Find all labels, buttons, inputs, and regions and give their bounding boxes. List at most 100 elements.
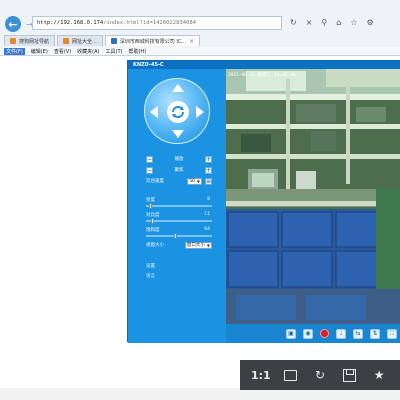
window-size-label: 视窗大小: [146, 243, 164, 248]
video-timestamp: 2015-06-16 星期二 10:42:40: [228, 73, 296, 78]
live-video-feed[interactable]: 2015-06-16 星期二 10:42:40: [226, 69, 400, 324]
contrast-label-row: 对比度 11: [146, 212, 210, 218]
pan-down-arrow-icon[interactable]: [172, 130, 184, 138]
tab-url-directory[interactable]: 网址大全...: [57, 35, 103, 46]
tab-favicon-icon: [10, 38, 16, 44]
language-link[interactable]: 语言: [146, 273, 155, 279]
pan-right-arrow-icon[interactable]: [196, 106, 204, 118]
window-size-value: 窗口大小: [186, 243, 205, 248]
slider-knob[interactable]: [149, 203, 152, 209]
brightness-slider[interactable]: [146, 203, 212, 209]
ptz-speed-control: 云台速度 50 ▼ ≡: [146, 177, 212, 185]
ptz-speed-apply-button[interactable]: ≡: [205, 177, 212, 185]
rotate-icon: ↻: [314, 368, 326, 382]
browser-chrome: ← → http://192.168.0.174 /index.html?id=…: [0, 0, 400, 56]
navigation-icons: ↻ × ⚲ ⌂ ☆ ⚙: [290, 18, 374, 27]
rotate-button[interactable]: ↻: [311, 366, 329, 384]
saturation-label: 饱和度: [146, 228, 160, 233]
auto-cruise-button[interactable]: [167, 101, 189, 123]
menu-help[interactable]: 帮助(H): [128, 48, 146, 55]
bookmark-icon: ★: [373, 368, 385, 382]
tab-favicon-icon: [110, 38, 117, 44]
ptz-joystick: [144, 78, 210, 144]
tab-label: 深圳市西城科技有限公司 IC...: [119, 38, 187, 45]
zoom-label: 缩放: [174, 157, 184, 162]
intercom-button[interactable]: ◉: [303, 328, 313, 339]
zoom-out-button[interactable]: −: [146, 155, 153, 163]
window-size-select[interactable]: 窗口大小 ▼: [184, 241, 212, 249]
control-panel: − 缩放 + − 聚焦 + 云台速度 50 ▼ ≡ 亮度 8 对比度 11 饱和…: [128, 69, 226, 343]
video-toolbar: ▣ ◉ ♩ ⇆ ⇅ ⛶: [226, 324, 400, 343]
address-path: /index.html?id=1426022834084: [103, 20, 196, 26]
back-arrow-icon: ←: [8, 17, 18, 31]
microphone-icon: ◉: [305, 330, 311, 337]
close-tab-icon[interactable]: ×: [189, 38, 194, 45]
tab-label: 网址大全...: [72, 38, 97, 45]
audio-button[interactable]: ♩: [336, 328, 346, 339]
zoom-in-button[interactable]: +: [205, 155, 212, 163]
favorites-star-icon[interactable]: ☆: [350, 18, 357, 27]
saturation-slider[interactable]: [146, 233, 212, 239]
mirror-icon: ⇆: [355, 330, 361, 337]
pan-left-arrow-icon[interactable]: [150, 106, 158, 118]
ptz-speed-select[interactable]: 50 ▼: [187, 177, 202, 185]
focus-label: 聚焦: [174, 168, 184, 173]
brightness-value: 8: [207, 197, 210, 202]
zoom-control: − 缩放 +: [146, 155, 212, 163]
refresh-icon[interactable]: ↻: [290, 18, 297, 27]
speaker-icon: ♩: [339, 330, 343, 337]
back-button[interactable]: ←: [5, 16, 21, 32]
focus-plus-button[interactable]: +: [205, 166, 212, 174]
window-size-control: 视窗大小 窗口大小 ▼: [146, 241, 212, 249]
record-button[interactable]: [320, 329, 329, 338]
focus-minus-button[interactable]: −: [146, 166, 153, 174]
save-icon: [343, 368, 357, 382]
settings-link[interactable]: 设置: [146, 263, 155, 269]
rotate-icon: [172, 106, 184, 118]
address-bar[interactable]: http://192.168.0.174 /index.html?id=1426…: [32, 16, 282, 30]
stop-icon[interactable]: ×: [306, 18, 313, 27]
page-blank-area: [0, 56, 127, 400]
actual-size-button[interactable]: 1:1: [251, 366, 271, 384]
brightness-label-row: 亮度 8: [146, 197, 210, 203]
tab-label: 搜狗网址导航: [19, 38, 50, 45]
chevron-down-icon: ▼: [196, 178, 200, 184]
fit-window-icon: [283, 369, 297, 381]
contrast-slider[interactable]: [146, 218, 212, 224]
menu-favorites[interactable]: 收藏夹(A): [77, 48, 99, 55]
flip-button[interactable]: ⇅: [370, 328, 380, 339]
slider-knob[interactable]: [151, 218, 154, 224]
fit-window-button[interactable]: [281, 366, 299, 384]
search-icon[interactable]: ⚲: [321, 18, 327, 27]
saturation-label-row: 饱和度 64: [146, 227, 210, 233]
menu-file[interactable]: 文件(F): [4, 47, 25, 55]
pan-up-arrow-icon[interactable]: [172, 84, 184, 92]
camera-viewer-app: KNZD-45-C − 缩放 + − 聚焦 + 云台速度 50 ▼ ≡ 亮度 8…: [127, 60, 400, 343]
chevron-down-icon: ▼: [206, 242, 210, 248]
navigation-row: ← → http://192.168.0.174 /index.html?id=…: [0, 14, 400, 34]
gear-icon[interactable]: ⚙: [367, 18, 374, 27]
fullscreen-button[interactable]: ⛶: [387, 328, 397, 339]
menu-edit[interactable]: 编辑(E): [31, 48, 48, 55]
tab-camera-page[interactable]: 深圳市西城科技有限公司 IC... ×: [104, 35, 201, 46]
app-title: KNZD-45-C: [128, 61, 400, 69]
focus-control: − 聚焦 +: [146, 166, 212, 174]
favorite-button[interactable]: ★: [370, 366, 388, 384]
tab-sogou[interactable]: 搜狗网址导航: [4, 35, 56, 46]
mirror-button[interactable]: ⇆: [353, 328, 363, 339]
menu-tools[interactable]: 工具(T): [106, 48, 123, 55]
home-icon[interactable]: ⌂: [336, 18, 341, 27]
menu-bar: 文件(F) 编辑(E) 查看(V) 收藏夹(A) 工具(T) 帮助(H): [0, 47, 400, 56]
tab-favicon-icon: [63, 38, 70, 44]
camera-icon: ▣: [288, 330, 294, 337]
ptz-speed-value: 50: [189, 178, 195, 184]
lab-scene-image: [226, 69, 400, 324]
address-host: http://192.168.0.174: [37, 20, 104, 26]
fullscreen-icon: ⛶: [389, 329, 395, 337]
snapshot-button[interactable]: ▣: [286, 328, 296, 339]
saturation-value: 64: [204, 227, 210, 232]
menu-view[interactable]: 查看(V): [54, 48, 71, 55]
save-button[interactable]: [341, 366, 359, 384]
slider-knob[interactable]: [174, 233, 177, 239]
ptz-speed-label: 云台速度: [146, 179, 164, 184]
